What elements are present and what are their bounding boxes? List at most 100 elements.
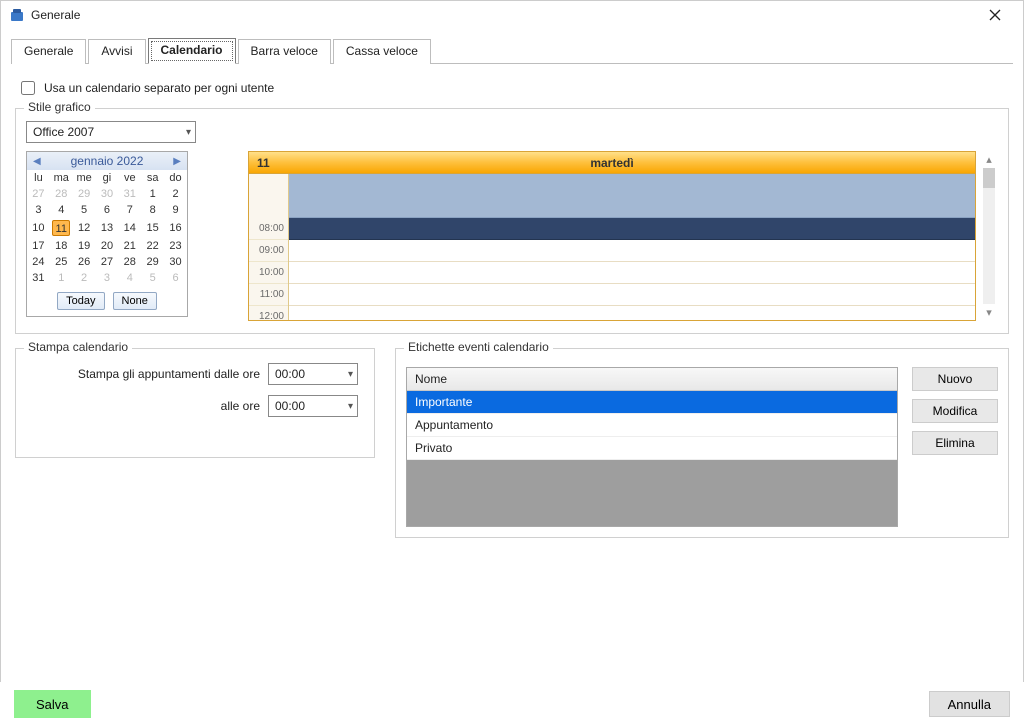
dow-header: do — [164, 170, 187, 186]
calendar-day[interactable]: 6 — [96, 202, 119, 218]
dow-header: ma — [50, 170, 73, 186]
calendar-day[interactable]: 16 — [164, 218, 187, 238]
print-from-combo[interactable]: 00:00 ▾ — [268, 363, 358, 385]
save-button[interactable]: Salva — [14, 690, 91, 718]
calendar-day[interactable]: 10 — [27, 218, 50, 238]
tab-generale[interactable]: Generale — [11, 39, 86, 64]
labels-list[interactable]: Nome ImportanteAppuntamentoPrivato — [406, 367, 898, 527]
close-button[interactable] — [975, 1, 1015, 29]
title-bar: Generale — [1, 1, 1023, 29]
calendar-day[interactable]: 2 — [73, 270, 96, 286]
label-edit-button[interactable]: Modifica — [912, 399, 998, 423]
calendar-day[interactable]: 13 — [96, 218, 119, 238]
time-ruler: 08:00 09:00 10:00 11:00 12:00 — [249, 174, 289, 320]
calendar-day[interactable]: 7 — [118, 202, 141, 218]
calendar-day[interactable]: 4 — [118, 270, 141, 286]
print-from-label: Stampa gli appuntamenti dalle ore — [32, 367, 260, 381]
today-button[interactable]: Today — [57, 292, 104, 310]
calendar-day[interactable]: 1 — [141, 186, 164, 202]
label-item[interactable]: Appuntamento — [407, 414, 897, 437]
calendar-day[interactable]: 30 — [96, 186, 119, 202]
cancel-button[interactable]: Annulla — [929, 691, 1010, 717]
calendar-day[interactable]: 19 — [73, 238, 96, 254]
calendar-day[interactable]: 20 — [96, 238, 119, 254]
calendar-day[interactable]: 29 — [141, 254, 164, 270]
mini-calendar-title: gennaio 2022 — [71, 154, 144, 168]
dow-header: me — [73, 170, 96, 186]
chevron-down-icon: ▾ — [348, 401, 353, 412]
day-number: 11 — [257, 156, 270, 170]
tab-cassa-veloce[interactable]: Cassa veloce — [333, 39, 431, 64]
window-title: Generale — [31, 8, 80, 22]
calendar-day[interactable]: 26 — [73, 254, 96, 270]
labels-list-header: Nome — [407, 368, 897, 391]
calendar-day[interactable]: 6 — [164, 270, 187, 286]
calendar-day[interactable]: 3 — [27, 202, 50, 218]
calendar-day[interactable]: 14 — [118, 218, 141, 238]
none-button[interactable]: None — [113, 292, 157, 310]
print-to-label: alle ore — [32, 399, 260, 413]
dow-header: gi — [96, 170, 119, 186]
calendar-day[interactable]: 30 — [164, 254, 187, 270]
time-slots[interactable] — [289, 174, 975, 320]
mini-calendar-grid[interactable]: lumamegivesado 2728293031123456789101112… — [27, 170, 187, 286]
calendar-day[interactable]: 1 — [50, 270, 73, 286]
day-view[interactable]: 11 martedì 08:00 09:00 10:00 11:00 12:00 — [248, 151, 976, 321]
calendar-day[interactable]: 2 — [164, 186, 187, 202]
calendar-day[interactable]: 15 — [141, 218, 164, 238]
calendar-day[interactable]: 12 — [73, 218, 96, 238]
calendar-day[interactable]: 23 — [164, 238, 187, 254]
mini-calendar[interactable]: ◀ gennaio 2022 ▶ lumamegivesado 27282930… — [26, 151, 188, 317]
labels-group-legend: Etichette eventi calendario — [404, 340, 553, 354]
calendar-day[interactable]: 17 — [27, 238, 50, 254]
calendar-day[interactable]: 5 — [73, 202, 96, 218]
dow-header: ve — [118, 170, 141, 186]
separate-calendar-checkbox[interactable] — [21, 81, 35, 95]
print-group-legend: Stampa calendario — [24, 340, 132, 354]
calendar-day[interactable]: 5 — [141, 270, 164, 286]
day-view-header: 11 martedì — [249, 152, 975, 174]
scroll-down-icon[interactable]: ▾ — [986, 306, 992, 319]
calendar-day[interactable]: 22 — [141, 238, 164, 254]
prev-month-arrow[interactable]: ◀ — [33, 156, 41, 167]
calendar-day[interactable]: 25 — [50, 254, 73, 270]
label-item[interactable]: Privato — [407, 437, 897, 460]
calendar-day[interactable]: 4 — [50, 202, 73, 218]
label-delete-button[interactable]: Elimina — [912, 431, 998, 455]
calendar-day[interactable]: 29 — [73, 186, 96, 202]
tab-avvisi[interactable]: Avvisi — [88, 39, 145, 64]
dow-header: lu — [27, 170, 50, 186]
dialog-footer: Salva Annulla — [0, 682, 1024, 726]
style-group-legend: Stile grafico — [24, 100, 95, 114]
calendar-day[interactable]: 27 — [96, 254, 119, 270]
day-name: martedì — [590, 156, 633, 170]
calendar-day[interactable]: 9 — [164, 202, 187, 218]
calendar-day[interactable]: 11 — [50, 218, 73, 238]
calendar-day[interactable]: 27 — [27, 186, 50, 202]
calendar-day[interactable]: 21 — [118, 238, 141, 254]
tab-strip: Generale Avvisi Calendario Barra veloce … — [1, 29, 1023, 63]
calendar-day[interactable]: 3 — [96, 270, 119, 286]
dayview-scrollbar[interactable]: ▴ ▾ — [980, 151, 998, 321]
style-group: Stile grafico Office 2007 ▾ ◀ gennaio 20… — [15, 108, 1009, 334]
calendar-day[interactable]: 8 — [141, 202, 164, 218]
dow-header: sa — [141, 170, 164, 186]
print-to-combo[interactable]: 00:00 ▾ — [268, 395, 358, 417]
calendar-day[interactable]: 31 — [118, 186, 141, 202]
calendar-day[interactable]: 28 — [118, 254, 141, 270]
next-month-arrow[interactable]: ▶ — [173, 156, 181, 167]
label-new-button[interactable]: Nuovo — [912, 367, 998, 391]
label-item[interactable]: Importante — [407, 391, 897, 414]
tab-calendario[interactable]: Calendario — [148, 38, 236, 64]
print-group: Stampa calendario Stampa gli appuntament… — [15, 348, 375, 458]
style-combo[interactable]: Office 2007 ▾ — [26, 121, 196, 143]
scroll-up-icon[interactable]: ▴ — [986, 153, 992, 166]
calendar-day[interactable]: 18 — [50, 238, 73, 254]
calendar-day[interactable]: 31 — [27, 270, 50, 286]
labels-group: Etichette eventi calendario Nome Importa… — [395, 348, 1009, 538]
chevron-down-icon: ▾ — [186, 127, 191, 138]
calendar-day[interactable]: 24 — [27, 254, 50, 270]
tab-barra-veloce[interactable]: Barra veloce — [238, 39, 331, 64]
calendar-day[interactable]: 28 — [50, 186, 73, 202]
chevron-down-icon: ▾ — [348, 369, 353, 380]
